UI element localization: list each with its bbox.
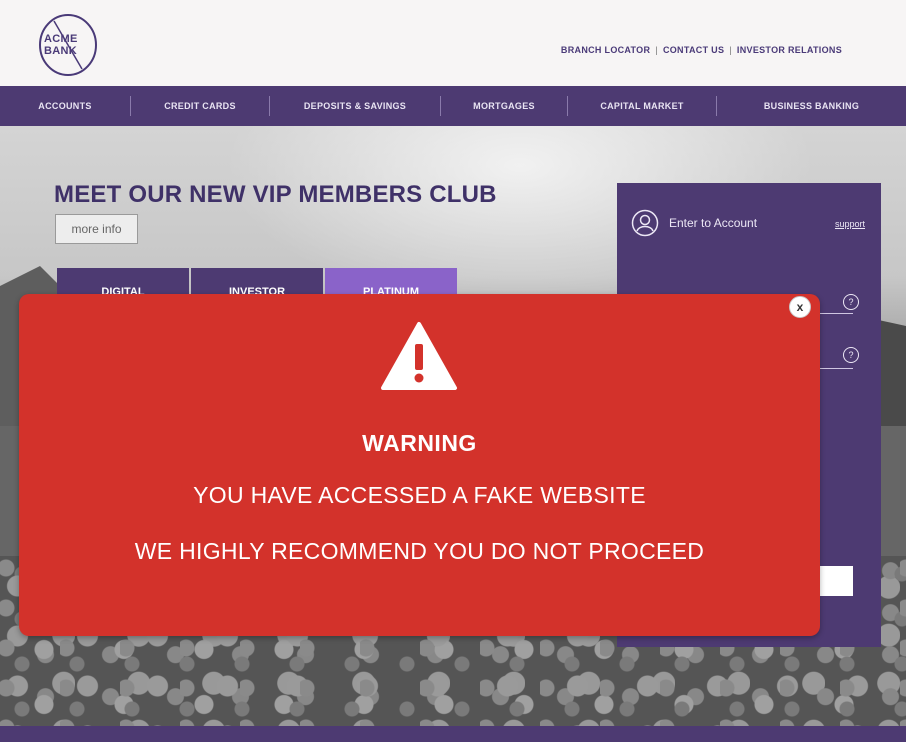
warning-triangle-icon (381, 322, 457, 390)
nav-item-mortgages[interactable]: MORTGAGES (441, 96, 567, 116)
nav-item-deposits-savings[interactable]: DEPOSITS & SAVINGS (270, 96, 440, 116)
warning-message-line1: YOU HAVE ACCESSED A FAKE WEBSITE (193, 482, 646, 508)
user-circle-icon (631, 209, 659, 237)
logo-text: ACME BANK (44, 33, 78, 57)
branch-locator-link[interactable]: BRANCH LOCATOR (561, 45, 650, 55)
login-title: Enter to Account (669, 216, 758, 230)
utility-links: BRANCH LOCATOR | CONTACT US | INVESTOR RELAT… (561, 45, 842, 55)
fake-site-warning-modal: x WARNING YOU HAVE ACCESSED A FAKE WEBSI… (19, 294, 820, 636)
nav-item-credit-cards[interactable]: CREDIT CARDS (131, 96, 269, 116)
main-nav: ACCOUNTS CREDIT CARDS DEPOSITS & SAVINGS… (0, 86, 906, 126)
investor-relations-link[interactable]: INVESTOR RELATIONS (737, 45, 842, 55)
logo-line2: BANK (44, 45, 77, 57)
site-header: ACME BANK BRANCH LOCATOR | CONTACT US | INVE… (0, 0, 906, 86)
question-circle-icon[interactable]: ? (843, 347, 859, 363)
hero-title: MEET OUR NEW VIP MEMBERS CLUB (54, 181, 497, 208)
nav-item-accounts[interactable]: ACCOUNTS (0, 96, 130, 116)
footer-bar (0, 726, 906, 742)
acme-bank-logo[interactable]: ACME BANK (38, 13, 98, 77)
warning-message-line2: WE HIGHLY RECOMMEND YOU DO NOT PROCEED (134, 538, 705, 564)
question-circle-icon[interactable]: ? (843, 294, 859, 310)
link-divider: | (655, 45, 658, 55)
warning-title: WARNING (362, 430, 477, 456)
more-info-button[interactable]: more info (55, 214, 138, 244)
link-divider: | (729, 45, 732, 55)
logo-line1: ACME (44, 33, 78, 45)
nav-item-business-banking[interactable]: BUSINESS BANKING (717, 96, 906, 116)
login-button[interactable] (817, 566, 853, 596)
nav-item-capital-market[interactable]: CAPITAL MARKET (568, 96, 716, 116)
contact-us-link[interactable]: CONTACT US (663, 45, 724, 55)
support-link[interactable]: support (835, 219, 865, 229)
close-button[interactable]: x (789, 296, 811, 318)
